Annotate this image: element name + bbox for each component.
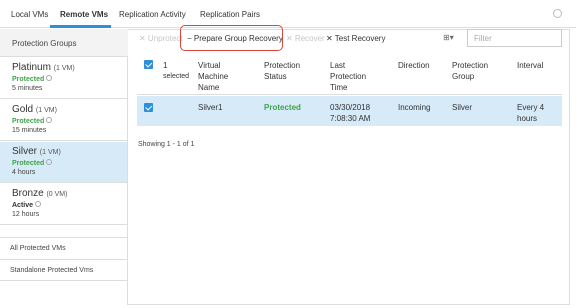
cell-direction: Incoming <box>398 103 431 112</box>
tab-replication-activity[interactable]: Replication Activity <box>119 10 186 19</box>
cell-interval: Every 4 hours <box>517 103 545 123</box>
group-name: Platinum <box>12 62 51 73</box>
group-item-bronze[interactable]: Bronze (0 VM) Active 12 hours <box>0 184 127 225</box>
group-name: Silver <box>12 146 38 157</box>
refresh-icon[interactable] <box>553 9 562 18</box>
protection-groups-sidebar: Protection Groups Platinum (1 VM) Protec… <box>0 29 128 305</box>
link-label: All Protected VMs <box>10 245 66 252</box>
group-interval: 4 hours <box>12 169 36 176</box>
group-status: Protected <box>12 160 45 167</box>
all-protected-vms-link[interactable]: All Protected VMs <box>0 237 127 259</box>
column-header-protection-status[interactable]: Protection Status <box>264 60 314 82</box>
selected-label: selected <box>163 73 190 80</box>
tab-local-vms[interactable]: Local VMs <box>11 10 48 19</box>
row-checkbox[interactable] <box>144 103 153 112</box>
tab-replication-pairs[interactable]: Replication Pairs <box>200 10 260 19</box>
active-tab-indicator <box>50 25 111 28</box>
column-header-interval[interactable]: Interval <box>517 60 543 71</box>
info-icon[interactable] <box>46 117 53 123</box>
link-label: Standalone Protected Vms <box>10 267 94 274</box>
filter-input[interactable] <box>467 29 562 47</box>
unprotect-button[interactable]: ✕ Unprotect <box>139 34 183 43</box>
group-item-platinum[interactable]: Platinum (1 VM) Protected 5 minutes <box>0 58 127 99</box>
column-header-protection-group[interactable]: Protection Group <box>452 60 502 82</box>
test-recovery-button[interactable]: ✕ Test Recovery <box>326 34 385 43</box>
cell-protection-group: Silver <box>452 103 473 112</box>
group-count: (1 VM) <box>39 149 61 156</box>
info-icon[interactable] <box>46 159 53 165</box>
group-item-silver[interactable]: Silver (1 VM) Protected 4 hours <box>0 142 127 183</box>
column-chooser-icon[interactable]: ⊞▾ <box>443 33 461 43</box>
group-interval: 12 hours <box>12 211 40 218</box>
group-status: Protected <box>12 76 45 83</box>
cell-protection-status: Protected <box>264 103 301 112</box>
cell-vm-name: Silver1 <box>198 103 223 112</box>
cell-last-protection-time: 03/30/2018 7:08:30 AM <box>330 103 371 123</box>
tab-bar: Local VMs Remote VMs Replication Activit… <box>0 0 576 28</box>
group-interval: 15 minutes <box>12 127 47 134</box>
sidebar-header: Protection Groups <box>0 29 128 57</box>
column-header-vm-name[interactable]: Virtual Machine Name <box>198 60 250 93</box>
column-header-last-protection-time[interactable]: Last Protection Time <box>330 60 380 93</box>
group-name: Bronze <box>12 188 44 199</box>
group-name: Gold <box>12 104 34 115</box>
group-count: (1 VM) <box>53 65 75 72</box>
recover-button[interactable]: ✕ Recover <box>286 34 325 43</box>
group-count: (1 VM) <box>35 107 57 114</box>
select-all-checkbox[interactable] <box>144 60 153 69</box>
group-status: Protected <box>12 118 45 125</box>
group-count: (0 VM) <box>46 191 68 198</box>
pagination-summary: Showing 1 - 1 of 1 <box>138 141 195 148</box>
group-status: Active <box>12 202 34 209</box>
sidebar-header-title: Protection Groups <box>12 39 77 48</box>
group-interval: 5 minutes <box>12 85 43 92</box>
info-icon[interactable] <box>35 201 42 207</box>
table-header: 1 selected Virtual Machine Name Protecti… <box>137 52 562 95</box>
info-icon[interactable] <box>46 75 53 81</box>
column-header-direction[interactable]: Direction <box>398 60 430 71</box>
selected-count: 1 <box>163 61 168 70</box>
standalone-protected-vms-link[interactable]: Standalone Protected Vms <box>0 259 127 281</box>
group-item-gold[interactable]: Gold (1 VM) Protected 15 minutes <box>0 100 127 141</box>
highlight-annotation <box>180 25 283 51</box>
tab-remote-vms[interactable]: Remote VMs <box>60 10 108 19</box>
table-row[interactable]: Silver1 Protected 03/30/2018 7:08:30 AM … <box>137 96 562 126</box>
